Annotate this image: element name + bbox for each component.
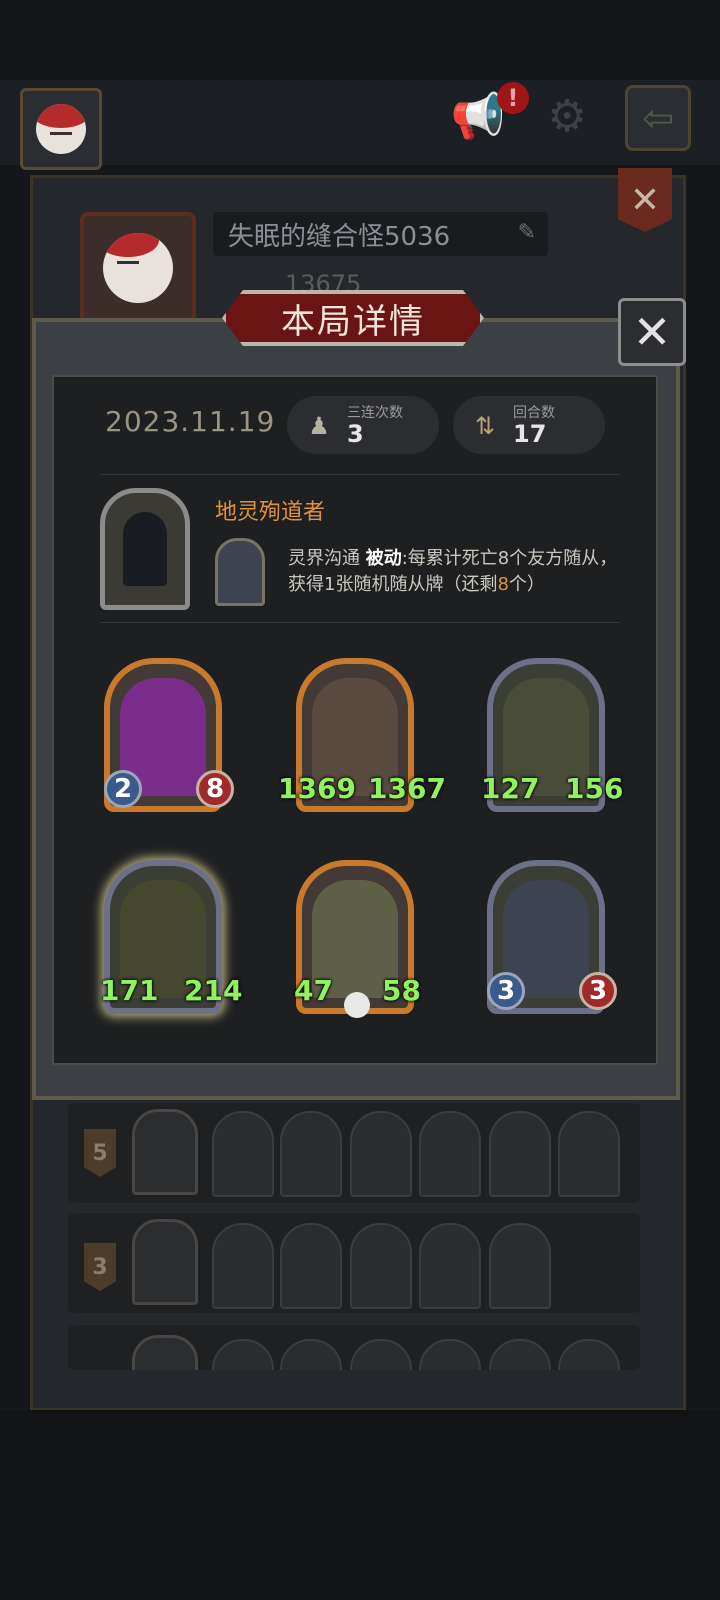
hero-portrait[interactable] bbox=[100, 488, 190, 610]
power-remaining: 8 bbox=[497, 574, 509, 595]
minion-card[interactable]: 171 214 bbox=[100, 860, 242, 1014]
power-type: 被动 bbox=[365, 548, 402, 569]
hero-name: 地灵殉道者 bbox=[215, 500, 326, 525]
profile-close-icon[interactable]: ✕ bbox=[618, 168, 672, 232]
history-hero-portrait bbox=[132, 1219, 198, 1305]
history-row[interactable]: 5 bbox=[68, 1103, 640, 1203]
close-icon[interactable]: ✕ bbox=[618, 298, 686, 366]
tier-badge: 5 bbox=[84, 1129, 116, 1177]
history-minion bbox=[489, 1223, 551, 1309]
history-minion bbox=[212, 1339, 274, 1370]
pencil-icon[interactable]: ✎ bbox=[518, 220, 536, 245]
player-avatar[interactable] bbox=[20, 88, 102, 170]
history-row[interactable]: 3 bbox=[68, 1213, 640, 1313]
minion-card[interactable]: 1369 1367 bbox=[278, 658, 446, 812]
profile-avatar[interactable] bbox=[80, 212, 196, 324]
minion-attack: 3 bbox=[487, 972, 525, 1010]
history-minion bbox=[419, 1111, 481, 1197]
turns-icon: ⇅ bbox=[474, 412, 496, 440]
turns-value: 17 bbox=[513, 420, 547, 448]
dialog-title: 本局详情 bbox=[222, 290, 484, 346]
player-name: 失眠的缝合怪5036 bbox=[228, 221, 451, 252]
top-bar bbox=[0, 80, 720, 165]
hero-power-description: 灵界沟通 被动:每累计死亡8个友方随从，获得1张随机随从牌（还剩8个） bbox=[288, 546, 618, 598]
history-minion bbox=[419, 1223, 481, 1309]
power-desc-2: 个） bbox=[508, 574, 545, 595]
history-minion bbox=[350, 1111, 412, 1197]
player-name-bar[interactable]: 失眠的缝合怪5036 ✎ bbox=[213, 212, 548, 256]
minion-health: 1367 bbox=[368, 772, 446, 805]
minion-health: 214 bbox=[184, 974, 243, 1007]
minion-attack: 2 bbox=[104, 770, 142, 808]
history-minion bbox=[280, 1111, 342, 1197]
minion-health: 58 bbox=[382, 974, 421, 1007]
minion-card[interactable]: 2 8 bbox=[104, 658, 234, 812]
minion-card[interactable]: 3 3 bbox=[487, 860, 617, 1014]
history-minion bbox=[558, 1339, 620, 1370]
notification-badge: ! bbox=[497, 82, 529, 114]
skull-icon bbox=[344, 992, 370, 1018]
history-minion bbox=[280, 1339, 342, 1370]
minion-health: 156 bbox=[565, 772, 624, 805]
gear-icon[interactable]: ⚙ bbox=[537, 86, 597, 146]
history-minion bbox=[280, 1223, 342, 1309]
back-icon[interactable]: ⇦ bbox=[625, 85, 691, 151]
triple-icon: ♟ bbox=[299, 406, 339, 446]
power-name: 灵界沟通 bbox=[288, 548, 360, 569]
history-minion bbox=[489, 1111, 551, 1197]
history-minion bbox=[350, 1223, 412, 1309]
divider bbox=[100, 474, 620, 475]
minion-attack: 127 bbox=[481, 772, 540, 805]
minion-card[interactable]: 47 58 bbox=[294, 860, 421, 1018]
minion-health: 3 bbox=[579, 972, 617, 1010]
history-minion bbox=[212, 1223, 274, 1309]
triples-label: 三连次数 bbox=[347, 405, 403, 421]
bottom-shade bbox=[0, 1410, 720, 1600]
minion-attack: 171 bbox=[100, 974, 159, 1007]
history-row[interactable] bbox=[68, 1325, 640, 1370]
history-minion bbox=[558, 1111, 620, 1197]
minion-card[interactable]: 127 156 bbox=[481, 658, 623, 812]
tier-badge: 3 bbox=[84, 1243, 116, 1291]
turns-label: 回合数 bbox=[513, 405, 555, 421]
turns-stat: ⇅ 回合数 17 bbox=[453, 396, 605, 454]
history-minion bbox=[419, 1339, 481, 1370]
history-hero-portrait bbox=[132, 1335, 198, 1370]
minion-attack: 47 bbox=[294, 974, 333, 1007]
hero-power-icon[interactable] bbox=[215, 538, 265, 606]
triples-stat: ♟ 三连次数 3 bbox=[287, 396, 439, 454]
minion-health: 8 bbox=[196, 770, 234, 808]
divider bbox=[100, 622, 620, 623]
history-minion bbox=[350, 1339, 412, 1370]
history-hero-portrait bbox=[132, 1109, 198, 1195]
match-date: 2023.11.19 bbox=[105, 405, 276, 438]
history-minion bbox=[212, 1111, 274, 1197]
triples-value: 3 bbox=[347, 420, 364, 448]
history-minion bbox=[489, 1339, 551, 1370]
minion-attack: 1369 bbox=[278, 772, 356, 805]
